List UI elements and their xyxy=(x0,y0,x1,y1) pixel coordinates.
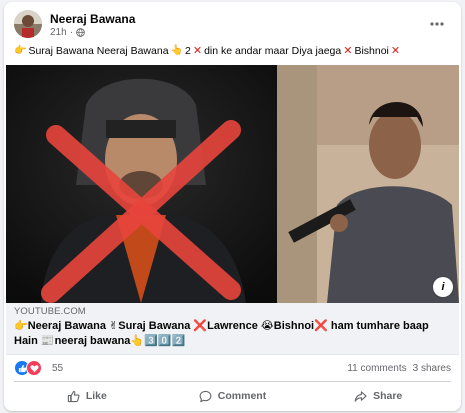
share-count[interactable]: 3 shares xyxy=(413,363,451,374)
more-options-button[interactable] xyxy=(427,14,447,34)
hooded-man-photo xyxy=(6,65,277,303)
reaction-count[interactable]: 55 xyxy=(52,363,63,374)
post-text-part-4: Bishnoi xyxy=(354,44,389,57)
reactions-bar: 55 11 comments 3 shares xyxy=(14,360,451,378)
pointing-hand-icon: 👉 xyxy=(14,45,27,56)
post-header: Neeraj Bawana 21h · xyxy=(14,8,453,40)
author-name[interactable]: Neeraj Bawana xyxy=(50,12,135,26)
avatar-image xyxy=(14,10,42,38)
info-button[interactable]: i xyxy=(433,277,453,297)
comment-count[interactable]: 11 comments xyxy=(347,363,406,374)
love-reaction-icon xyxy=(26,360,42,376)
post-text-part-1: Suraj Bawana Neeraj Bawana xyxy=(28,44,169,57)
share-button[interactable]: Share xyxy=(305,383,451,409)
post-text-part-2: 2 xyxy=(185,44,191,57)
like-label: Like xyxy=(85,390,107,402)
post-time[interactable]: 21h xyxy=(50,27,67,38)
engagement-counts: 11 comments 3 shares xyxy=(347,363,451,374)
link-title-line-2: Hain 📰neeraj bawana👆3️⃣0️⃣2️⃣ xyxy=(14,335,186,347)
post-meta: 21h · xyxy=(50,27,85,38)
post-card: Neeraj Bawana 21h · 👉 Suraj Bawana Neera… xyxy=(4,2,461,411)
comment-button[interactable]: Comment xyxy=(160,383,306,409)
photo-right xyxy=(277,65,459,303)
like-button[interactable]: Like xyxy=(14,383,160,409)
share-arrow-icon xyxy=(354,390,367,402)
link-title-line-1: 👉Neeraj Bawana ✌Suraj Bawana ❌Lawrence 😭… xyxy=(14,320,429,332)
divider xyxy=(14,381,451,382)
cross-mark-icon: ✕ xyxy=(192,45,203,57)
link-preview-image[interactable]: i xyxy=(6,65,459,303)
author-avatar[interactable] xyxy=(14,10,42,38)
photo-left xyxy=(6,65,277,303)
action-bar: Like Comment Share xyxy=(14,383,451,409)
comment-label: Comment xyxy=(217,390,267,402)
share-label: Share xyxy=(373,390,403,402)
post-text-part-3: din ke andar maar Diya jaega xyxy=(204,44,342,57)
comment-icon xyxy=(199,390,212,402)
link-domain: YOUTUBE.COM xyxy=(14,306,86,317)
post-text: 👉 Suraj Bawana Neeraj Bawana 👆 2 ✕ din k… xyxy=(14,44,451,58)
reaction-icons[interactable] xyxy=(14,360,42,376)
cross-mark-icon: ✕ xyxy=(343,45,353,57)
link-preview-caption[interactable]: YOUTUBE.COM 👉Neeraj Bawana ✌Suraj Bawana… xyxy=(6,303,459,355)
more-horizontal-icon xyxy=(430,22,444,26)
thumbs-up-icon xyxy=(67,390,80,402)
globe-icon xyxy=(76,28,85,37)
cross-mark-icon: ✕ xyxy=(390,45,401,57)
raised-hand-icon: 👆 xyxy=(170,45,183,56)
man-with-gun-photo xyxy=(277,65,459,303)
